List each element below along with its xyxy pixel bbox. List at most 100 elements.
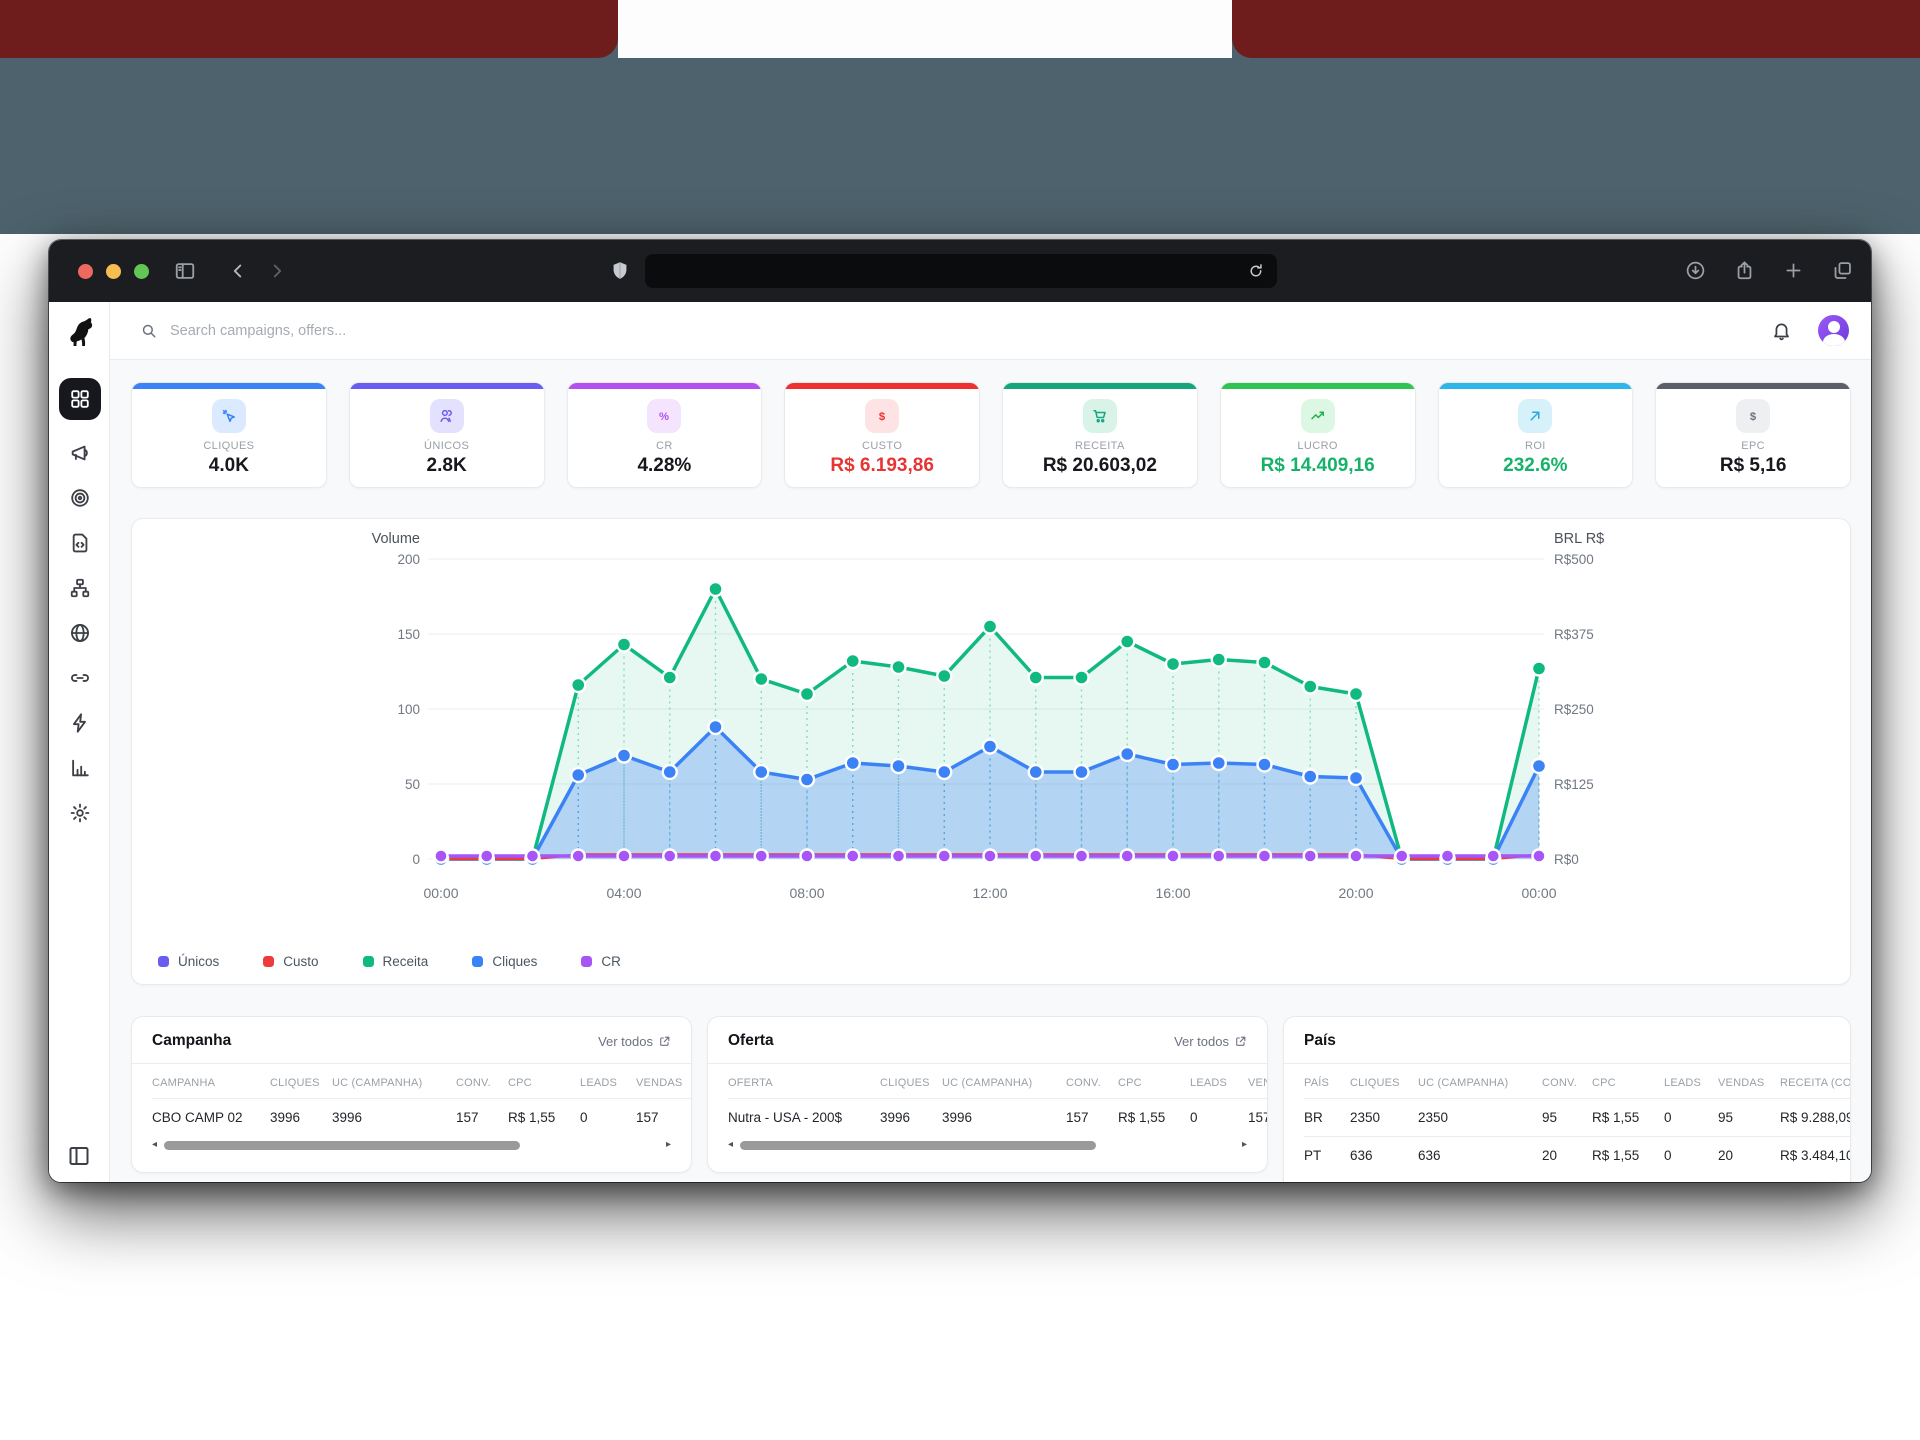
receita-point[interactable]: [571, 678, 585, 692]
cr-point[interactable]: [480, 850, 493, 863]
cr-point[interactable]: [1258, 850, 1271, 863]
sidebar-item-settings[interactable]: [68, 801, 92, 825]
cliques-point[interactable]: [800, 773, 814, 787]
cliques-point[interactable]: [1029, 765, 1043, 779]
sidebar-item-globe[interactable]: [68, 621, 92, 645]
cr-point[interactable]: [1121, 850, 1134, 863]
cr-point[interactable]: [526, 850, 539, 863]
zoom-window-button[interactable]: [134, 264, 149, 279]
legend-item-nicos[interactable]: Únicos: [158, 954, 219, 969]
receita-point[interactable]: [663, 671, 677, 685]
cr-point[interactable]: [1533, 850, 1546, 863]
cr-point[interactable]: [938, 850, 951, 863]
cr-point[interactable]: [435, 850, 448, 863]
cliques-point[interactable]: [571, 768, 585, 782]
reload-icon[interactable]: [1247, 262, 1265, 280]
sidebar-item-megaphone[interactable]: [68, 441, 92, 465]
receita-point[interactable]: [937, 669, 951, 683]
forward-icon[interactable]: [266, 260, 288, 282]
receita-point[interactable]: [1029, 671, 1043, 685]
receita-point[interactable]: [800, 687, 814, 701]
cliques-point[interactable]: [983, 740, 997, 754]
receita-point[interactable]: [983, 620, 997, 634]
scroll-left-arrow[interactable]: ◂: [152, 1140, 157, 1150]
cr-point[interactable]: [892, 850, 905, 863]
sidebar-item-bolt[interactable]: [68, 711, 92, 735]
tabs-overview-icon[interactable]: [1832, 260, 1853, 281]
cliques-point[interactable]: [1120, 747, 1134, 761]
cliques-point[interactable]: [1166, 758, 1180, 772]
cliques-point[interactable]: [1532, 759, 1546, 773]
legend-item-custo[interactable]: Custo: [263, 954, 318, 969]
campanha-see-all-link[interactable]: Ver todos: [598, 1034, 671, 1049]
sidebar-item-dashboard[interactable]: [59, 378, 101, 420]
cr-point[interactable]: [1167, 850, 1180, 863]
cr-point[interactable]: [1441, 850, 1454, 863]
legend-item-cr[interactable]: CR: [581, 954, 621, 969]
back-icon[interactable]: [227, 260, 249, 282]
cr-point[interactable]: [1395, 850, 1408, 863]
cr-point[interactable]: [1487, 850, 1500, 863]
cliques-point[interactable]: [846, 756, 860, 770]
cr-point[interactable]: [663, 850, 676, 863]
scrollbar-track[interactable]: [740, 1141, 1235, 1150]
cr-point[interactable]: [984, 850, 997, 863]
notifications-bell-icon[interactable]: [1771, 320, 1792, 341]
close-window-button[interactable]: [78, 264, 93, 279]
scrollbar-thumb[interactable]: [164, 1141, 520, 1150]
oferta-see-all-link[interactable]: Ver todos: [1174, 1034, 1247, 1049]
receita-point[interactable]: [1258, 656, 1272, 670]
cr-point[interactable]: [618, 850, 631, 863]
scroll-right-arrow[interactable]: ▸: [666, 1140, 671, 1150]
cr-point[interactable]: [572, 850, 585, 863]
cr-point[interactable]: [755, 850, 768, 863]
cliques-point[interactable]: [754, 765, 768, 779]
panel-toggle-icon[interactable]: [67, 1144, 91, 1168]
cliques-point[interactable]: [1303, 770, 1317, 784]
receita-point[interactable]: [1349, 687, 1363, 701]
legend-item-receita[interactable]: Receita: [363, 954, 429, 969]
receita-point[interactable]: [754, 672, 768, 686]
sidebar-item-file-code[interactable]: [68, 531, 92, 555]
cliques-point[interactable]: [709, 720, 723, 734]
new-tab-icon[interactable]: [1783, 260, 1804, 281]
shield-icon[interactable]: [609, 260, 631, 282]
receita-point[interactable]: [709, 582, 723, 596]
cliques-point[interactable]: [1212, 756, 1226, 770]
cliques-point[interactable]: [617, 749, 631, 763]
scroll-left-arrow[interactable]: ◂: [728, 1140, 733, 1150]
download-icon[interactable]: [1685, 260, 1706, 281]
receita-point[interactable]: [1532, 662, 1546, 676]
cr-point[interactable]: [801, 850, 814, 863]
cliques-point[interactable]: [1258, 758, 1272, 772]
cliques-point[interactable]: [892, 759, 906, 773]
receita-point[interactable]: [1303, 680, 1317, 694]
receita-point[interactable]: [1120, 635, 1134, 649]
sidebar-item-target[interactable]: [68, 486, 92, 510]
minimize-window-button[interactable]: [106, 264, 121, 279]
receita-point[interactable]: [1075, 671, 1089, 685]
cliques-point[interactable]: [1349, 771, 1363, 785]
cr-point[interactable]: [1304, 850, 1317, 863]
cr-point[interactable]: [1075, 850, 1088, 863]
receita-point[interactable]: [617, 638, 631, 652]
scrollbar-thumb[interactable]: [740, 1141, 1096, 1150]
sidebar-item-bar-chart[interactable]: [68, 756, 92, 780]
cr-point[interactable]: [1212, 850, 1225, 863]
receita-point[interactable]: [846, 654, 860, 668]
scroll-right-arrow[interactable]: ▸: [1242, 1140, 1247, 1150]
user-avatar[interactable]: [1818, 315, 1849, 346]
cliques-point[interactable]: [1075, 765, 1089, 779]
receita-point[interactable]: [892, 660, 906, 674]
cliques-point[interactable]: [937, 765, 951, 779]
receita-point[interactable]: [1166, 657, 1180, 671]
legend-item-cliques[interactable]: Cliques: [472, 954, 537, 969]
cliques-point[interactable]: [663, 765, 677, 779]
url-bar[interactable]: [645, 254, 1277, 288]
cr-point[interactable]: [846, 850, 859, 863]
cr-point[interactable]: [1029, 850, 1042, 863]
search-input[interactable]: [170, 323, 590, 339]
sidebar-item-sitemap[interactable]: [68, 576, 92, 600]
sidebar-item-link[interactable]: [68, 666, 92, 690]
sidebar-toggle-icon[interactable]: [174, 260, 196, 282]
